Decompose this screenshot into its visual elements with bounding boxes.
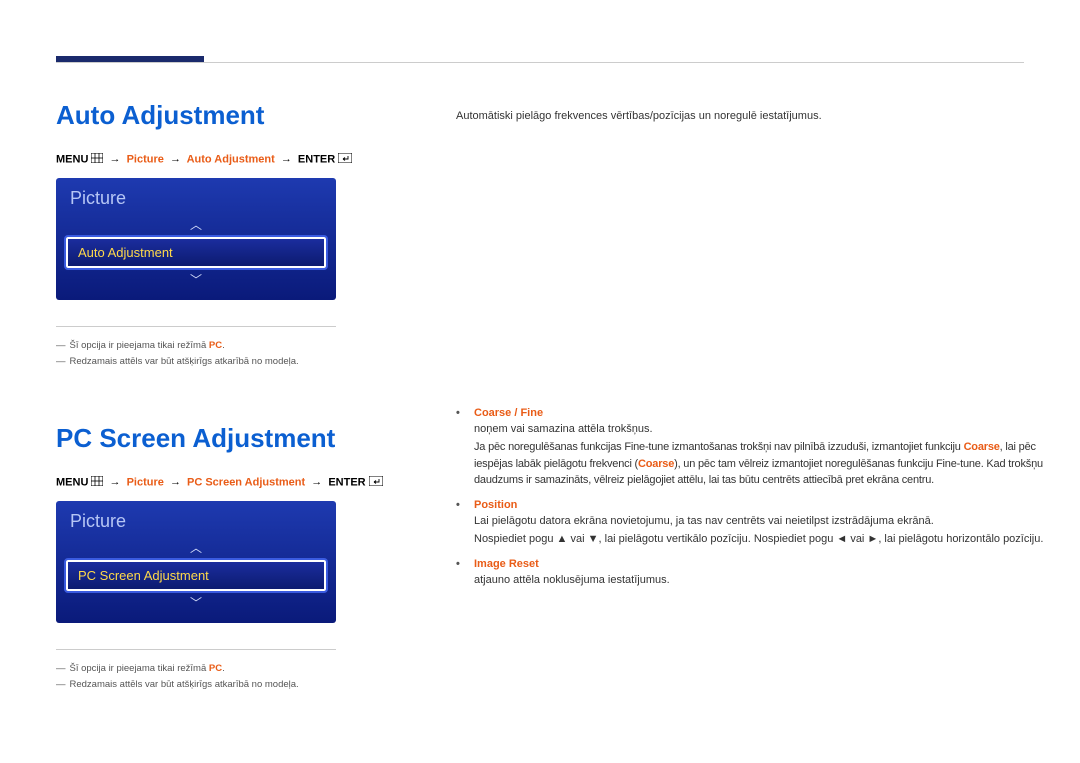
arrow-sep: → xyxy=(110,153,121,165)
bullet-dot-icon: • xyxy=(456,558,474,589)
arrow-sep: → xyxy=(170,476,181,488)
menu-grid-icon xyxy=(91,153,103,166)
page-content: Auto Adjustment MENU → Picture → Auto Ad… xyxy=(56,100,1024,695)
bullet-text: noņem vai samazina attēla trokšņus. xyxy=(474,421,1056,438)
auto-adjustment-description: Automātiski pielāgo frekvences vērtības/… xyxy=(456,108,1056,125)
menu-panel-title: Picture xyxy=(66,188,326,209)
note-text: Redzamais attēls var būt atšķirīgs atkar… xyxy=(70,356,299,367)
header-divider xyxy=(56,62,1024,63)
pc-screen-menu-panel: Picture ︿ PC Screen Adjustment ﹀ xyxy=(56,501,336,623)
menu-grid-icon xyxy=(91,476,103,489)
note-pc-only: ―Šī opcija ir pieejama tikai režīmā PC. xyxy=(56,663,336,674)
note-text: Šī opcija ir pieejama tikai režīmā xyxy=(70,663,209,674)
pc-screen-notes: ―Šī opcija ir pieejama tikai režīmā PC. … xyxy=(56,649,336,690)
menu-item-pc-screen-adjustment[interactable]: PC Screen Adjustment xyxy=(66,560,326,591)
menu-panel-title: Picture xyxy=(66,511,326,532)
note-text: Redzamais attēls var būt atšķirīgs atkar… xyxy=(70,679,299,690)
bullet-text: Ja pēc noregulēšanas funkcijas Fine-tune… xyxy=(474,439,1056,489)
auto-adjustment-notes: ―Šī opcija ir pieejama tikai režīmā PC. … xyxy=(56,326,336,367)
bullet-dot-icon: • xyxy=(456,499,474,548)
enter-icon xyxy=(338,153,352,166)
breadcrumb-item: Auto Adjustment xyxy=(187,153,275,165)
breadcrumb-enter-label: ENTER xyxy=(298,153,335,165)
arrow-sep: → xyxy=(170,153,181,165)
coarse-label: Coarse xyxy=(964,441,1000,453)
note-pc-only: ―Šī opcija ir pieejama tikai režīmā PC. xyxy=(56,340,336,351)
note-pc-label: PC xyxy=(209,340,222,351)
bullet-title: Coarse / Fine xyxy=(474,407,1056,419)
breadcrumb-item: PC Screen Adjustment xyxy=(187,476,305,488)
bullet-title: Position xyxy=(474,499,1056,511)
note-pc-label: PC xyxy=(209,663,222,674)
arrow-sep: → xyxy=(110,476,121,488)
pc-screen-bullets: • Coarse / Fine noņem vai samazina attēl… xyxy=(456,407,1056,589)
chevron-down-icon[interactable]: ﹀ xyxy=(66,274,326,286)
right-column: Automātiski pielāgo frekvences vērtības/… xyxy=(456,108,1056,588)
bullet-coarse-fine: • Coarse / Fine noņem vai samazina attēl… xyxy=(456,407,1056,489)
left-column: Auto Adjustment MENU → Picture → Auto Ad… xyxy=(56,100,396,695)
bullet-position: • Position Lai pielāgotu datora ekrāna n… xyxy=(456,499,1056,548)
chevron-up-icon[interactable]: ︿ xyxy=(66,542,326,554)
breadcrumb-menu-label: MENU xyxy=(56,476,88,488)
auto-adjustment-breadcrumb: MENU → Picture → Auto Adjustment → ENTER xyxy=(56,153,396,166)
arrow-sep: → xyxy=(281,153,292,165)
chevron-down-icon[interactable]: ﹀ xyxy=(66,597,326,609)
auto-adjustment-menu-panel: Picture ︿ Auto Adjustment ﹀ xyxy=(56,178,336,300)
bullet-title: Image Reset xyxy=(474,558,1056,570)
enter-icon xyxy=(369,476,383,489)
note-image-vary: ―Redzamais attēls var būt atšķirīgs atka… xyxy=(56,356,336,367)
bullet-text-span: Ja pēc noregulēšanas funkcijas Fine-tune… xyxy=(474,441,964,453)
auto-adjustment-heading: Auto Adjustment xyxy=(56,100,396,131)
coarse-label: Coarse xyxy=(638,458,674,470)
note-image-vary: ―Redzamais attēls var būt atšķirīgs atka… xyxy=(56,679,336,690)
breadcrumb-menu-label: MENU xyxy=(56,153,88,165)
breadcrumb-picture: Picture xyxy=(127,153,164,165)
pc-screen-adjustment-section: PC Screen Adjustment MENU → Picture → PC… xyxy=(56,423,396,690)
chevron-up-icon[interactable]: ︿ xyxy=(66,219,326,231)
pc-screen-adjustment-breadcrumb: MENU → Picture → PC Screen Adjustment → … xyxy=(56,476,396,489)
menu-item-auto-adjustment[interactable]: Auto Adjustment xyxy=(66,237,326,268)
breadcrumb-enter-label: ENTER xyxy=(328,476,365,488)
bullet-text: atjauno attēla noklusējuma iestatījumus. xyxy=(474,572,1056,589)
bullet-dot-icon: • xyxy=(456,407,474,489)
arrow-sep: → xyxy=(311,476,322,488)
bullet-image-reset: • Image Reset atjauno attēla noklusējuma… xyxy=(456,558,1056,589)
breadcrumb-picture: Picture xyxy=(127,476,164,488)
bullet-text: Nospiediet pogu ▲ vai ▼, lai pielāgotu v… xyxy=(474,531,1056,548)
note-text: Šī opcija ir pieejama tikai režīmā xyxy=(70,340,209,351)
bullet-text: Lai pielāgotu datora ekrāna novietojumu,… xyxy=(474,513,1056,530)
pc-screen-adjustment-heading: PC Screen Adjustment xyxy=(56,423,396,454)
